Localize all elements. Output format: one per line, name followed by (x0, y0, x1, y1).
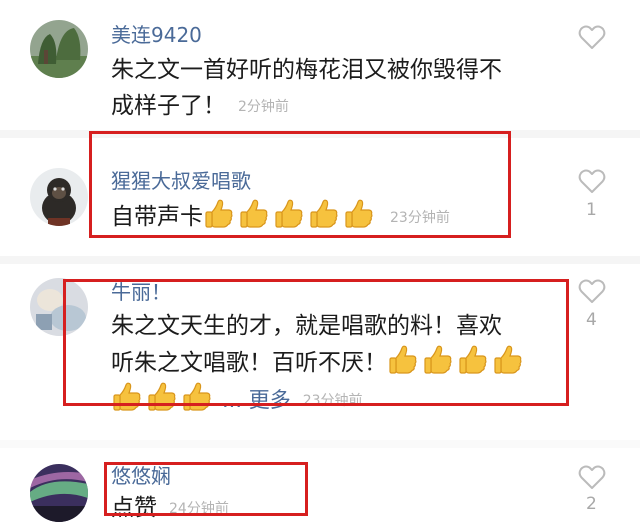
avatar[interactable] (30, 168, 88, 226)
heart-outline-icon[interactable] (578, 168, 606, 194)
divider (0, 256, 640, 264)
timestamp: 2分钟前 (238, 98, 289, 115)
comment-1: 美连9420 朱之文一首好听的梅花泪又被你毁得不 成样子了！ 2分钟前 (0, 0, 640, 130)
comment-text: 朱之文一首好听的梅花泪又被你毁得不 成样子了！ 2分钟前 (111, 52, 502, 125)
divider (0, 440, 640, 448)
highlight-box (104, 462, 308, 516)
username[interactable]: 美连9420 (111, 19, 202, 48)
comment-text-line: 成样子了！ 2分钟前 (111, 88, 502, 125)
avatar[interactable] (30, 464, 88, 522)
like-count: 2 (586, 494, 597, 514)
comment-4: 悠悠娴 点赞 24分钟前 2 (0, 448, 640, 522)
like-count: 4 (586, 310, 597, 330)
avatar[interactable] (30, 20, 88, 78)
highlight-box (89, 131, 511, 238)
highlight-box (63, 279, 569, 406)
heart-outline-icon[interactable] (578, 464, 606, 490)
heart-outline-icon[interactable] (578, 24, 606, 50)
comment-text-end: 成样子了！ (111, 93, 226, 119)
heart-outline-icon[interactable] (578, 278, 606, 304)
comment-text-line: 朱之文一首好听的梅花泪又被你毁得不 (111, 57, 502, 83)
like-count: 1 (586, 200, 597, 220)
